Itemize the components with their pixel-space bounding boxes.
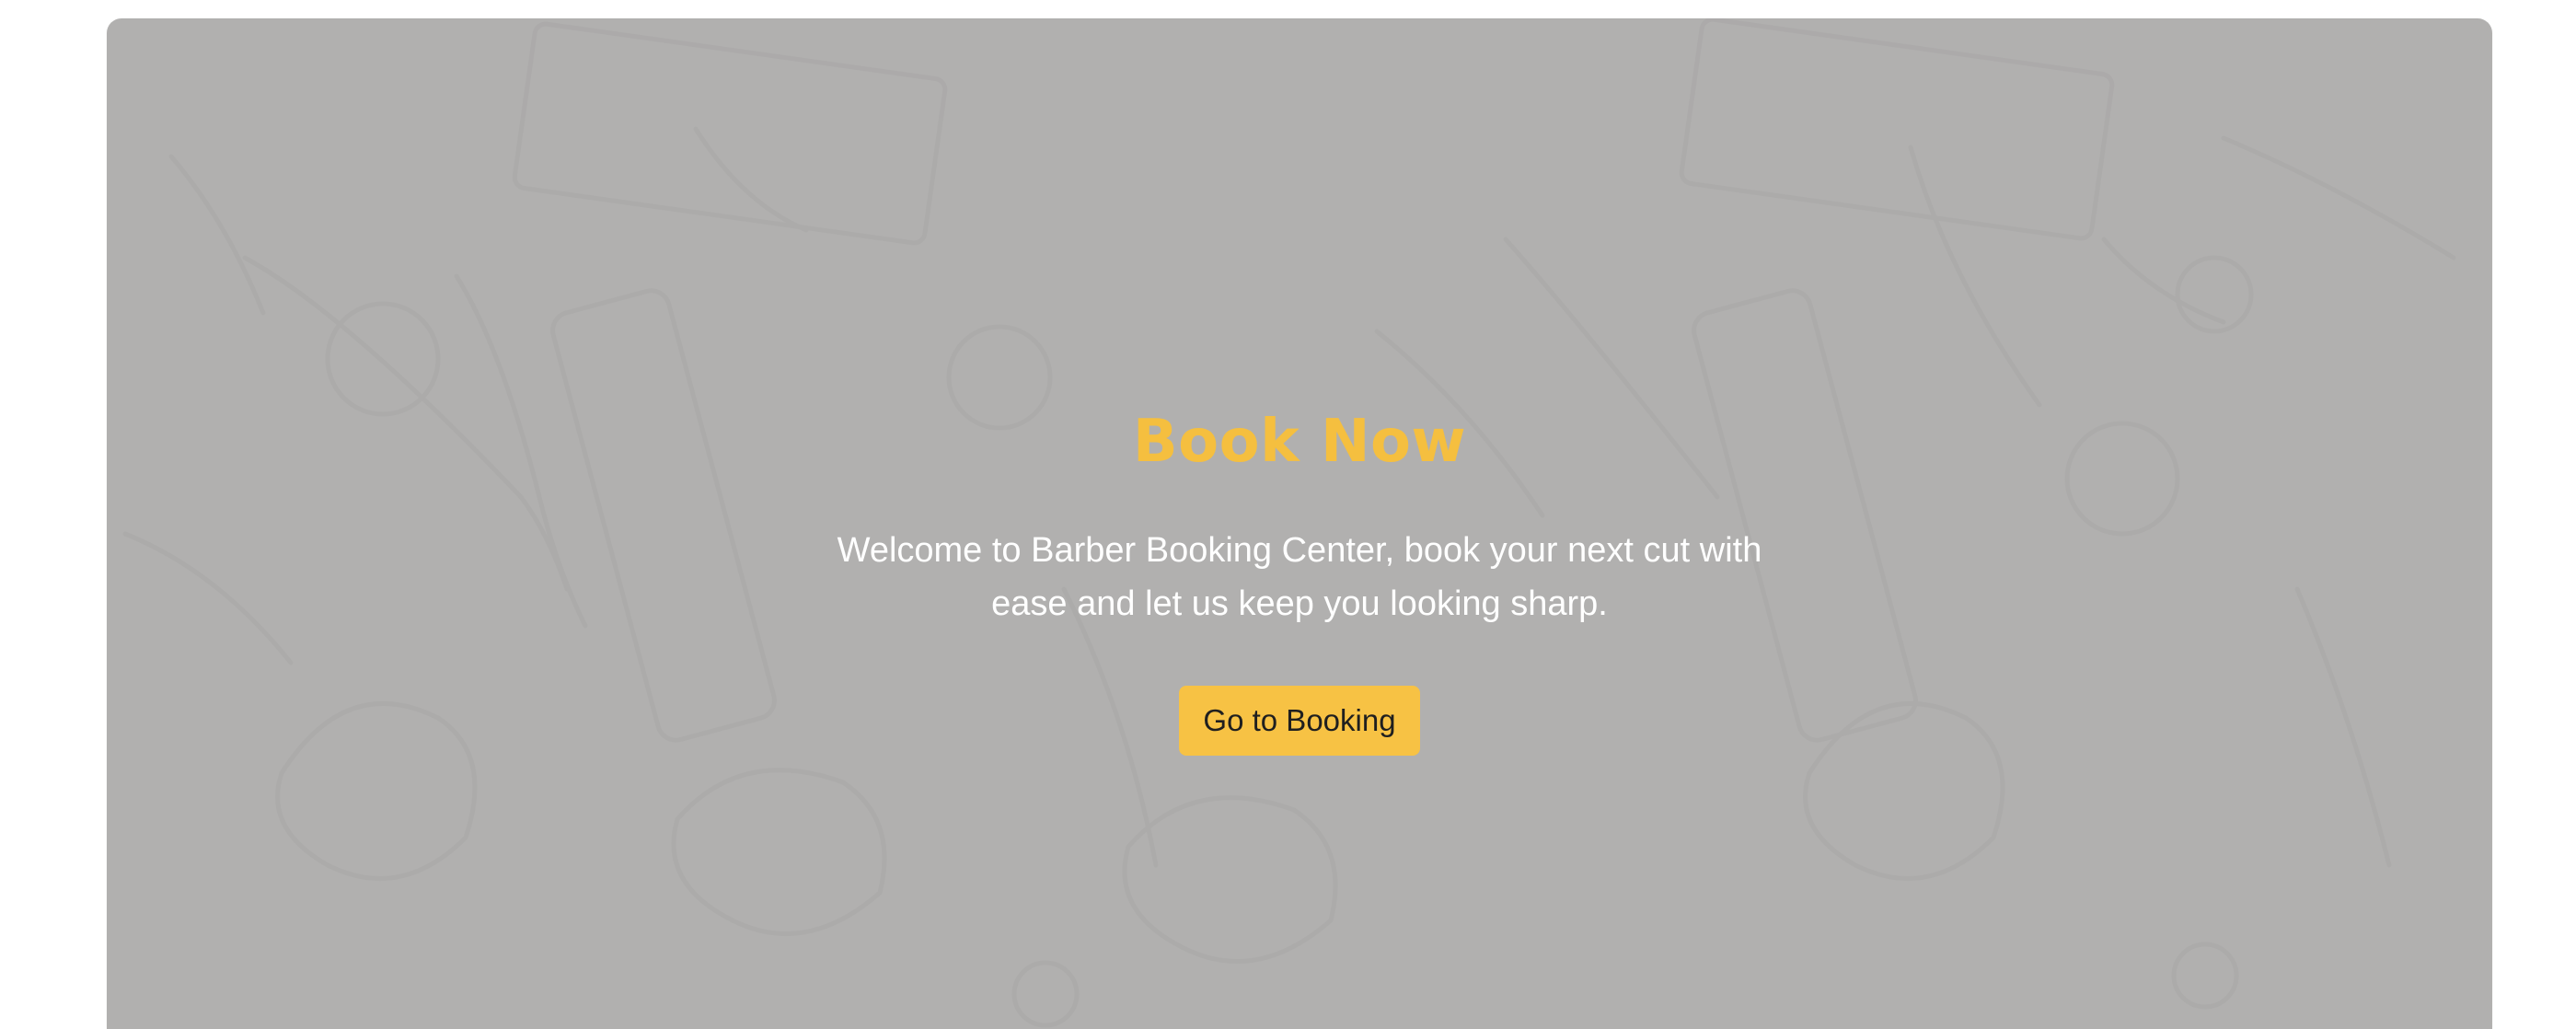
hero-banner: Book Now Welcome to Barber Booking Cente…	[107, 18, 2492, 1029]
hero-title: Book Now	[1132, 408, 1467, 476]
hero-content: Book Now Welcome to Barber Booking Cente…	[107, 391, 2492, 756]
hero-subtitle: Welcome to Barber Booking Center, book y…	[837, 531, 1762, 623]
go-to-booking-button[interactable]: Go to Booking	[1179, 686, 1420, 756]
